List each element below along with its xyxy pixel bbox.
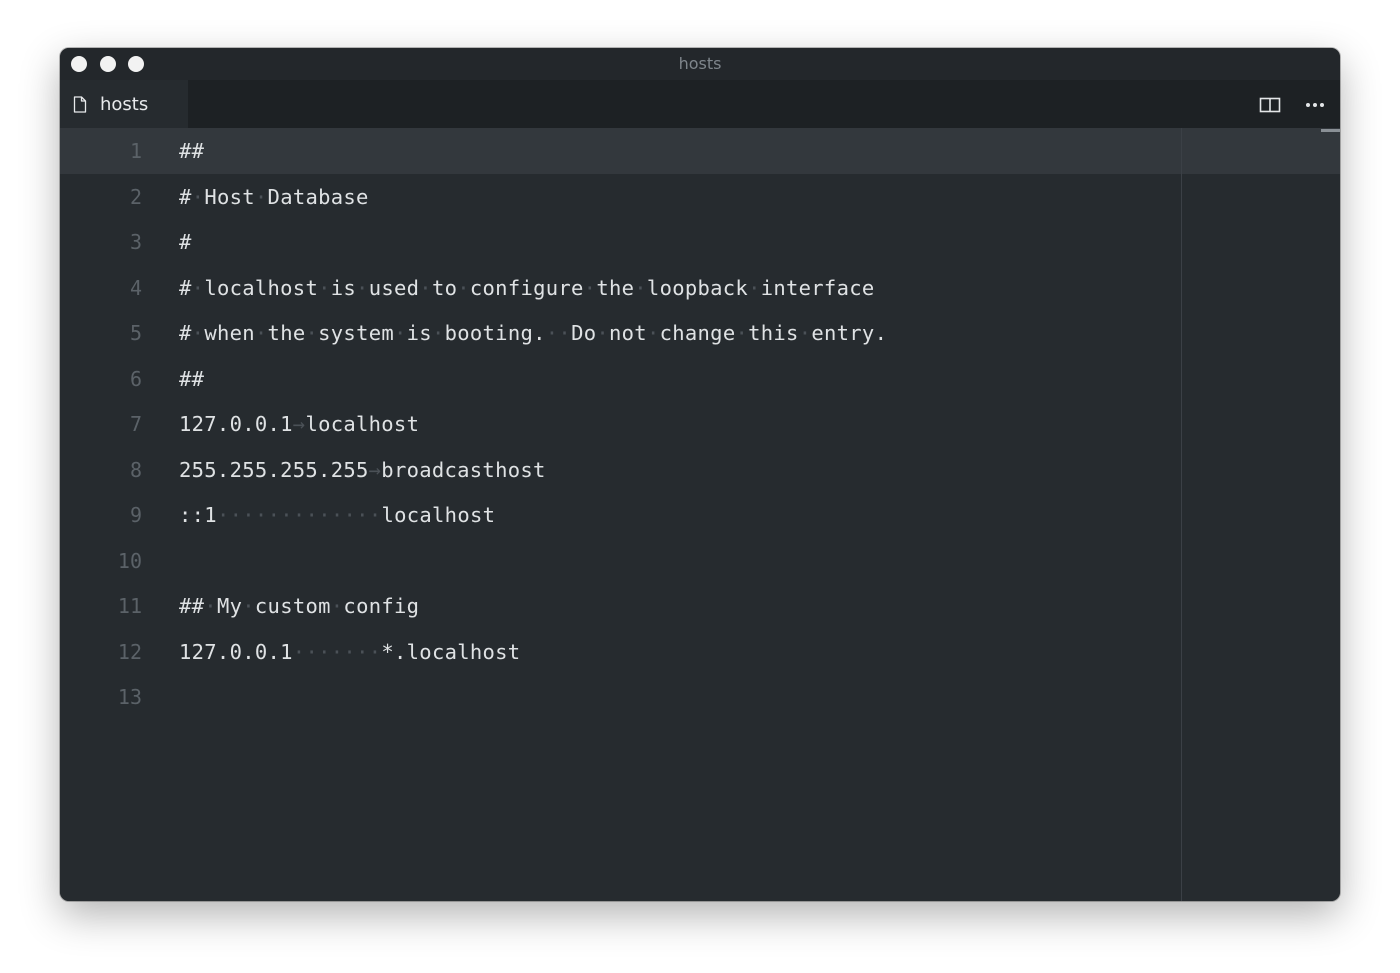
editor-window: hosts hosts 1 ## 2 #·Host·Database 3 #4 #·loca…	[60, 48, 1340, 901]
tab-hosts[interactable]: hosts	[60, 80, 188, 128]
line-text: 127.0.0.1·······*.localhost	[179, 639, 521, 664]
line-number: 6	[129, 366, 142, 391]
editor-line[interactable]: 1 ##	[60, 128, 1340, 174]
line-text: ##·My·custom·config	[179, 594, 420, 618]
more-actions-icon[interactable]	[1303, 95, 1327, 115]
editor-line[interactable]: 13	[60, 674, 1340, 720]
split-editor-icon[interactable]	[1258, 95, 1282, 115]
file-icon	[73, 96, 87, 113]
line-number: 9	[129, 503, 142, 527]
line-number: 12	[117, 639, 142, 664]
line-number: 3	[129, 230, 142, 254]
line-number: 4	[129, 275, 142, 300]
editor-line[interactable]: 9::1·············localhost	[60, 492, 1340, 538]
editor-line[interactable]: 10	[60, 538, 1340, 584]
editor-line[interactable]: 7 127.0.0.1→localhost	[60, 401, 1340, 447]
line-number: 7	[129, 412, 142, 436]
editor-line[interactable]: 4 #·localhost·is·used·to·configure·the·lo…	[60, 265, 1340, 311]
line-number: 10	[117, 548, 142, 573]
title-bar: hosts	[60, 48, 1340, 80]
tab-label: hosts	[100, 94, 149, 115]
line-number: 2	[129, 184, 142, 209]
line-text: 255.255.255.255→broadcasthost	[179, 457, 546, 482]
line-text: ::1·············localhost	[179, 503, 496, 527]
editor-line[interactable]: 2 #·Host·Database	[60, 174, 1340, 220]
line-number: 5	[129, 321, 142, 345]
line-text: #·Host·Database	[179, 184, 369, 209]
tab-bar: hosts	[60, 80, 1340, 128]
line-text: #	[179, 230, 192, 254]
window-title: hosts	[678, 54, 722, 73]
line-number: 11	[117, 594, 142, 618]
line-number: 1	[129, 139, 142, 163]
line-text: #·when·the·system·is·booting.··Do·not·ch…	[179, 321, 888, 345]
line-text: ##	[179, 366, 205, 391]
line-text: ##	[179, 139, 205, 163]
editor-line[interactable]: 5 #·when·the·system·is·booting.··Do·not·c…	[60, 310, 1340, 356]
editor-line[interactable]: 3 #	[60, 219, 1340, 265]
editor-line[interactable]: 8 255.255.255.255→broadcasthost	[60, 447, 1340, 493]
code-editor[interactable]: 1 ## 2 #·Host·Database 3 #4 #·localhost·is·use…	[60, 128, 1340, 901]
editor-line[interactable]: 11 ##·My·custom·config	[60, 583, 1340, 629]
editor-line[interactable]: 6 ##	[60, 356, 1340, 402]
editor-line[interactable]: 12 127.0.0.1·······*.localhost	[60, 629, 1340, 675]
line-number: 13	[117, 685, 142, 709]
line-number: 8	[129, 457, 142, 482]
line-text: 127.0.0.1→localhost	[179, 412, 420, 436]
line-text: #·localhost·is·used·to·configure·the·loo…	[179, 275, 875, 300]
